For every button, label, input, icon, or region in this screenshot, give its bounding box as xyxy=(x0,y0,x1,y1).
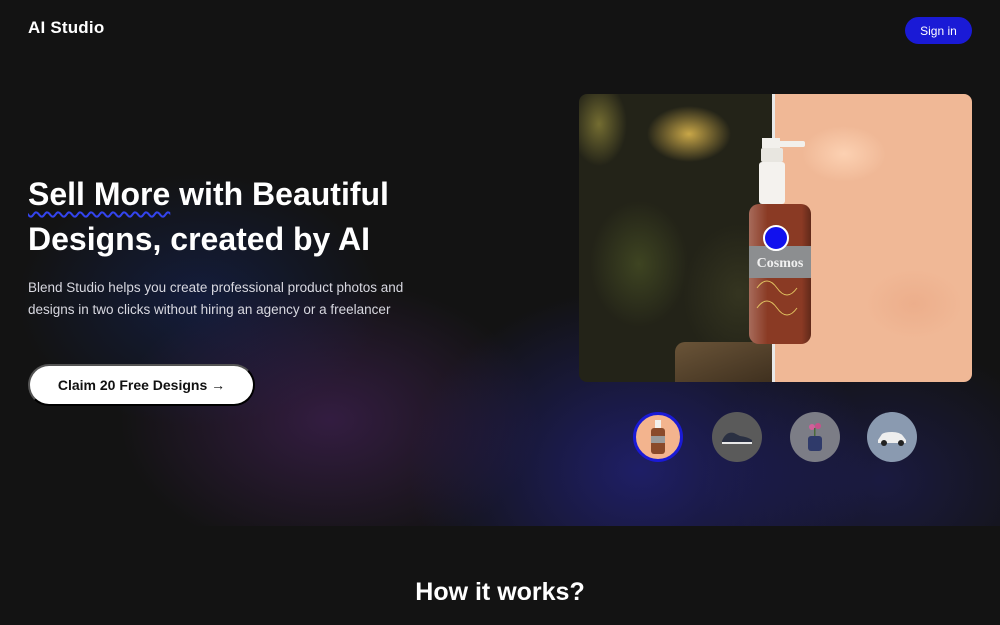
vase-thumbnail[interactable] xyxy=(790,412,840,462)
before-image xyxy=(579,94,774,382)
headline-line1-rest: with Beautiful xyxy=(170,176,389,212)
bottle-label-text: Cosmos xyxy=(757,256,804,271)
claim-free-designs-button[interactable]: Claim 20 Free Designs → xyxy=(28,364,255,406)
shoe-icon xyxy=(722,432,752,444)
hero-section: AI Studio Sign in Sell More with Beautif… xyxy=(0,0,1000,526)
car-thumbnail[interactable] xyxy=(867,412,917,462)
shoe-thumbnail[interactable] xyxy=(712,412,762,462)
compare-slider-handle[interactable] xyxy=(763,225,789,251)
before-after-preview[interactable]: Cosmos xyxy=(579,94,972,382)
product-thumbnails xyxy=(633,412,923,464)
rock-pedestal xyxy=(675,342,774,382)
bottle-thumbnail[interactable] xyxy=(633,412,683,462)
headline-highlight: Sell More xyxy=(28,176,171,212)
headline-line2: Designs, created by AI xyxy=(28,221,371,257)
bottle-icon xyxy=(651,420,665,454)
logo[interactable]: AI Studio xyxy=(28,18,104,38)
sign-in-button[interactable]: Sign in xyxy=(905,17,972,44)
hero-headline: Sell More with Beautiful Designs, create… xyxy=(28,172,448,262)
hero-subtext: Blend Studio helps you create profession… xyxy=(28,280,404,317)
car-icon xyxy=(878,432,906,446)
how-it-works-title: How it works? xyxy=(415,578,585,606)
vase-icon xyxy=(808,423,822,451)
